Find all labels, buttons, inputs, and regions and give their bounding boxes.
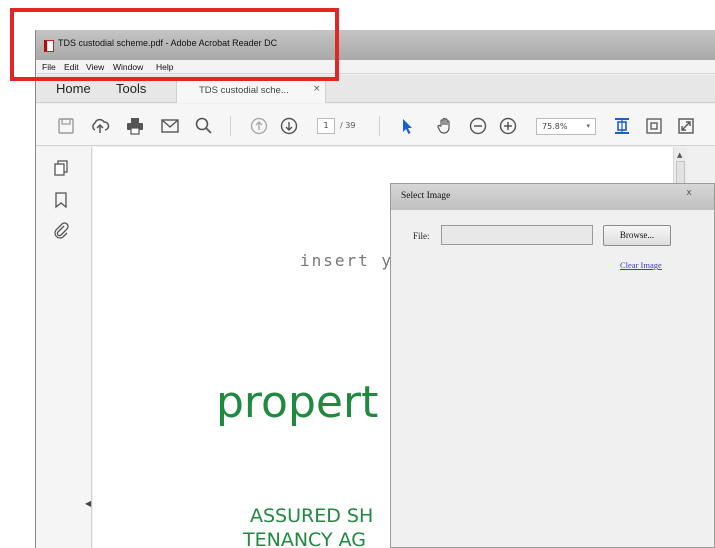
insert-logo-text: insert yo <box>300 251 405 270</box>
navigation-pane: ◀ <box>36 147 92 548</box>
dialog-title: Select Image <box>401 191 451 201</box>
file-label: File: <box>413 231 430 241</box>
pages-icon[interactable] <box>52 159 70 177</box>
scroll-up-icon[interactable]: ▲ <box>677 151 682 159</box>
search-icon[interactable] <box>194 116 214 136</box>
close-tab-icon[interactable]: × <box>313 84 321 94</box>
page-number-input[interactable]: 1 <box>317 118 335 134</box>
tab-tools[interactable]: Tools <box>116 81 146 96</box>
dialog-title-bar[interactable]: Select Image x <box>391 184 714 210</box>
close-icon[interactable]: x <box>677 187 701 201</box>
full-screen-icon[interactable] <box>676 116 696 136</box>
zoom-out-icon[interactable] <box>468 116 488 136</box>
upload-icon[interactable] <box>90 116 110 136</box>
assured-text: ASSURED SH <box>250 505 374 527</box>
toolbar-divider <box>230 116 231 136</box>
browse-button[interactable]: Browse... <box>603 225 671 246</box>
rotate-icon[interactable] <box>644 116 664 136</box>
email-icon[interactable] <box>160 116 180 136</box>
collapse-pane-icon[interactable]: ◀ <box>85 499 91 508</box>
select-cursor-icon[interactable] <box>397 116 417 136</box>
hand-icon[interactable] <box>435 116 455 136</box>
fit-page-icon[interactable] <box>612 116 632 136</box>
chevron-down-icon: ▾ <box>586 122 590 130</box>
clear-image-link[interactable]: Clear Image <box>620 260 662 270</box>
file-path-field[interactable] <box>441 225 593 245</box>
toolbar: 1 / 39 75.8% ▾ <box>36 104 715 146</box>
zoom-in-icon[interactable] <box>498 116 518 136</box>
select-image-dialog: Select Image x File: Browse... Clear Ima… <box>390 183 715 548</box>
bookmark-icon[interactable] <box>52 191 70 209</box>
attachment-icon[interactable] <box>52 221 70 239</box>
property-heading: propert <box>216 377 379 428</box>
tab-home[interactable]: Home <box>56 81 91 96</box>
highlight-box <box>10 8 339 81</box>
print-icon[interactable] <box>125 116 145 136</box>
zoom-value: 75.8% <box>542 122 568 131</box>
toolbar-divider <box>379 116 380 136</box>
previous-page-icon[interactable] <box>249 116 269 136</box>
zoom-select[interactable]: 75.8% ▾ <box>536 118 596 135</box>
save-icon[interactable] <box>56 116 76 136</box>
document-tab-label: TDS custodial sche... <box>199 85 289 96</box>
next-page-icon[interactable] <box>279 116 299 136</box>
tenancy-text: TENANCY AG <box>243 529 366 548</box>
page-total: / 39 <box>340 121 356 130</box>
